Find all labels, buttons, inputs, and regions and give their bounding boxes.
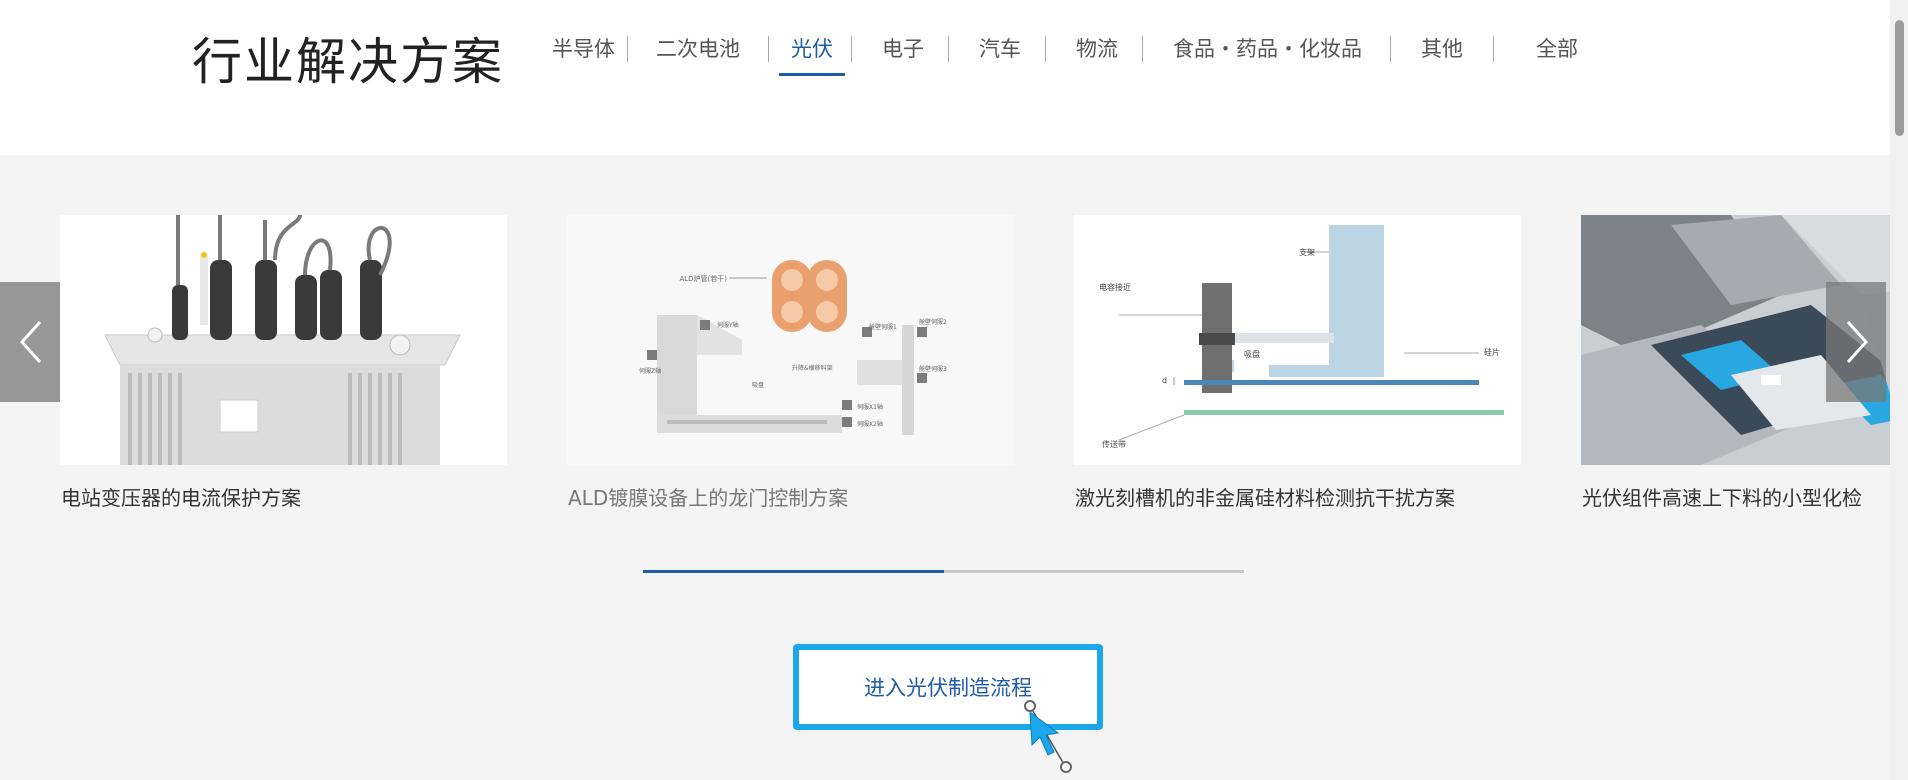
scrollbar-thumb[interactable] — [1895, 20, 1904, 136]
tab-divider — [1493, 36, 1494, 62]
page-title: 行业解决方案 — [192, 33, 504, 91]
card-title: ALD镀膜设备上的龙门控制方案 — [568, 486, 849, 510]
tab-divider — [1390, 36, 1391, 62]
diagram-label: 舱壁伺服3 — [919, 365, 947, 373]
tab-all[interactable]: 全部 — [1524, 34, 1590, 76]
diagram-label: 升降&横移料架 — [792, 364, 833, 372]
laser-diagram-image: 支架 电容接近 吸盘 硅片 d 传送带 — [1074, 215, 1521, 465]
solution-card[interactable]: 支架 电容接近 吸盘 硅片 d 传送带 激光刻槽机的非金属硅材料检测抗干扰方案 — [1074, 215, 1521, 511]
tab-electronics[interactable]: 电子 — [870, 34, 936, 76]
tab-divider — [1142, 36, 1143, 62]
diagram-label: 电容接近 — [1099, 282, 1131, 292]
diagram-label: 传送带 — [1102, 439, 1126, 449]
diagram-label: 伺服X2轴 — [857, 420, 883, 428]
tab-secondary-battery[interactable]: 二次电池 — [644, 34, 752, 76]
page-scrollbar[interactable] — [1890, 0, 1908, 780]
solutions-carousel: 电站变压器的电流保护方案 ALD炉管(若干) 伺服Y轴 伺服Z轴 吸盘 伺服X1… — [0, 155, 1890, 605]
carousel-next-button[interactable] — [1826, 282, 1886, 402]
tab-divider — [851, 36, 852, 62]
cursor-pointer-icon — [1024, 700, 1072, 773]
chevron-left-icon — [19, 320, 42, 364]
diagram-label: 伺服Z轴 — [639, 367, 661, 375]
carousel-progress-fill — [643, 570, 944, 573]
gantry-diagram-image: ALD炉管(若干) 伺服Y轴 伺服Z轴 吸盘 伺服X1轴 伺服X2轴 舱壁伺服1… — [567, 215, 1014, 465]
solution-card[interactable]: ALD炉管(若干) 伺服Y轴 伺服Z轴 吸盘 伺服X1轴 伺服X2轴 舱壁伺服1… — [567, 215, 1014, 511]
chevron-right-icon — [1846, 320, 1869, 364]
industry-tabs: 半导体 二次电池 光伏 电子 汽车 物流 食品・药品・化妆品 其他 全部 — [540, 34, 1590, 84]
diagram-label: ALD炉管(若干) — [679, 274, 727, 283]
diagram-label: 吸盘 — [1244, 349, 1260, 359]
diagram-label: 舱壁伺服1 — [869, 323, 897, 331]
carousel-progress-bar — [643, 570, 1244, 573]
tab-divider — [627, 36, 628, 62]
diagram-label: d — [1162, 376, 1167, 385]
tab-other[interactable]: 其他 — [1409, 34, 1475, 76]
diagram-label: 支架 — [1299, 247, 1315, 257]
diagram-label: 伺服X1轴 — [857, 403, 883, 411]
tab-food-pharma-cosmetics[interactable]: 食品・药品・化妆品 — [1161, 34, 1374, 76]
card-title: 光伏组件高速上下料的小型化检 — [1582, 486, 1862, 510]
solution-card[interactable]: 电站变压器的电流保护方案 — [60, 215, 507, 511]
tab-semiconductor[interactable]: 半导体 — [540, 34, 627, 76]
card-title: 激光刻槽机的非金属硅材料检测抗干扰方案 — [1075, 486, 1455, 510]
tab-photovoltaic[interactable]: 光伏 — [779, 34, 845, 76]
diagram-label: 硅片 — [1484, 347, 1500, 357]
diagram-label: 吸盘 — [752, 381, 764, 389]
card-title: 电站变压器的电流保护方案 — [61, 486, 301, 510]
tab-divider — [768, 36, 769, 62]
header: 行业解决方案 半导体 二次电池 光伏 电子 汽车 物流 食品・药品・化妆品 其他… — [0, 0, 1890, 155]
diagram-label: 舱壁伺服2 — [919, 318, 947, 326]
diagram-label: 伺服Y轴 — [717, 321, 739, 329]
tab-divider — [948, 36, 949, 62]
tab-logistics[interactable]: 物流 — [1064, 34, 1130, 76]
tab-automotive[interactable]: 汽车 — [967, 34, 1033, 76]
transformer-image — [60, 215, 507, 465]
carousel-prev-button[interactable] — [0, 282, 60, 402]
tab-divider — [1045, 36, 1046, 62]
